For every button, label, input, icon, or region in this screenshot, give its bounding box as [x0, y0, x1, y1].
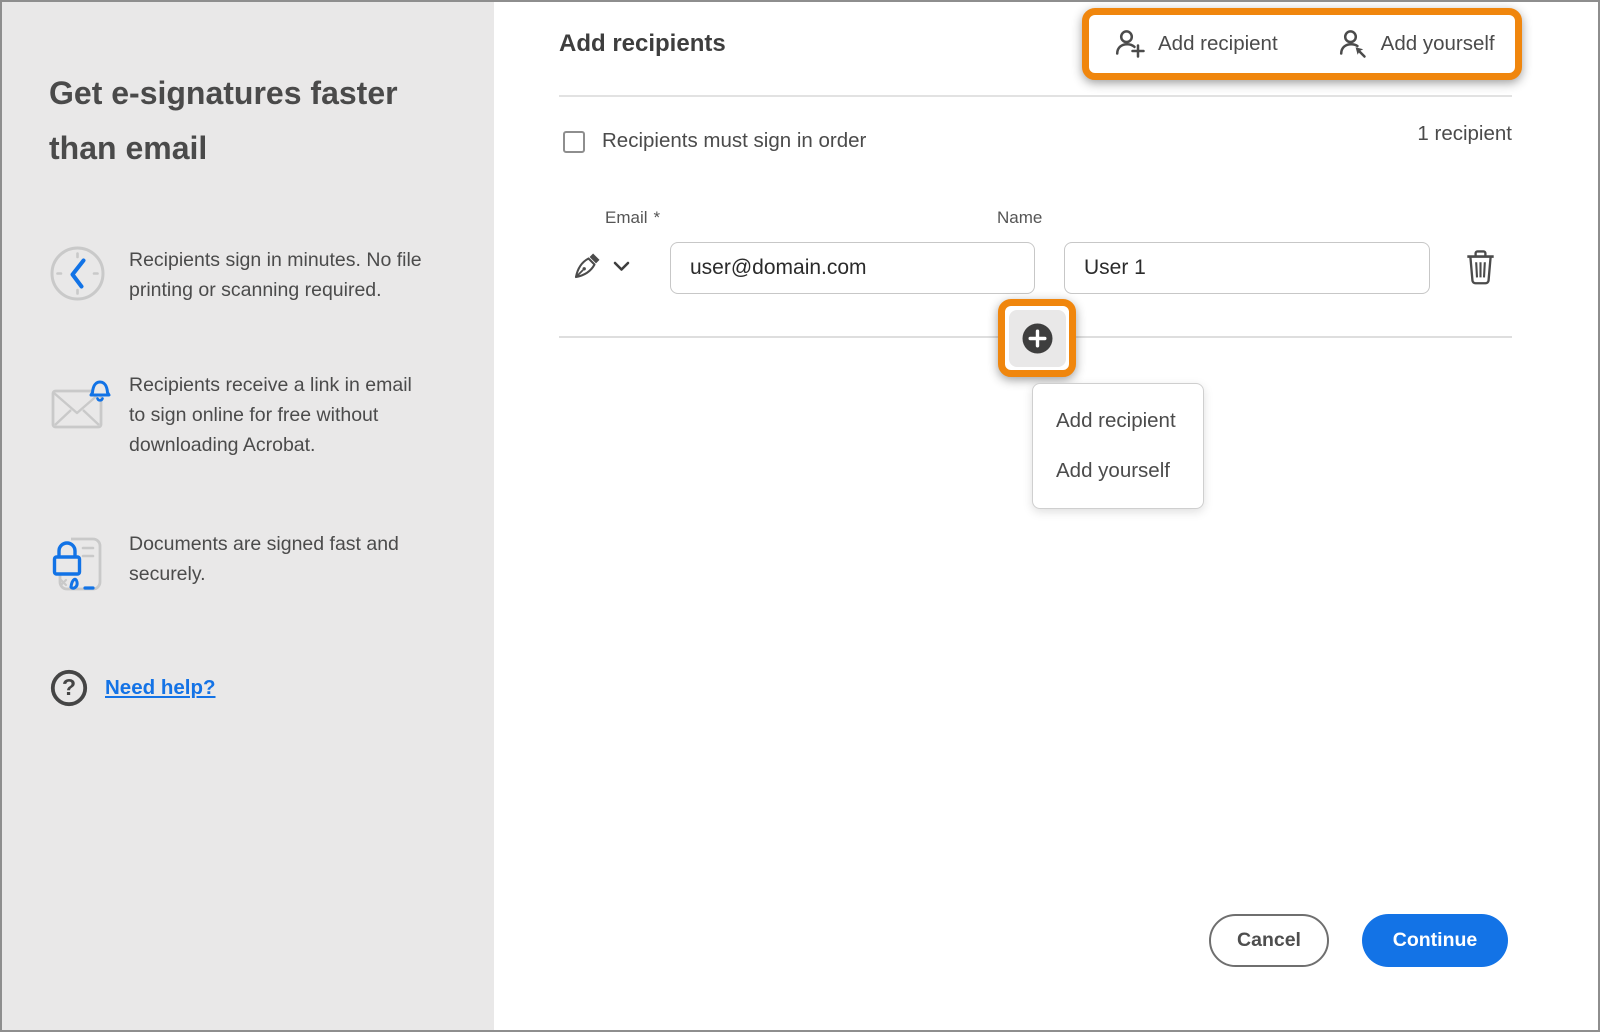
top-actions-annotation: Add recipient Add yourself [1082, 8, 1522, 80]
add-yourself-label: Add yourself [1380, 32, 1495, 55]
recipient-row [559, 242, 1512, 294]
recipient-role-dropdown[interactable] [571, 251, 630, 282]
continue-button[interactable]: Continue [1362, 914, 1508, 967]
esign-dialog: Get e-signatures faster than email Recip… [0, 0, 1600, 1032]
question-circle-icon: ? [49, 668, 89, 708]
plus-icon [1021, 322, 1054, 355]
add-menu: Add recipient Add yourself [1032, 383, 1204, 509]
help-row: ? Need help? [49, 668, 216, 708]
required-asterisk: * [653, 208, 661, 227]
chevron-down-icon [613, 261, 630, 272]
add-recipient-button[interactable]: Add recipient [1113, 28, 1278, 60]
menu-item-add-yourself[interactable]: Add yourself [1033, 446, 1203, 496]
add-button-annotation [998, 299, 1076, 377]
menu-item-add-recipient[interactable]: Add recipient [1033, 396, 1203, 446]
person-plus-icon [1113, 28, 1145, 60]
name-input[interactable] [1064, 242, 1430, 294]
sign-order-row: Recipients must sign in order 1 recipien… [559, 122, 1512, 158]
feature-text: Documents are signed fast and securely. [129, 533, 399, 585]
sign-in-order-checkbox[interactable] [563, 131, 585, 153]
add-recipients-panel: Add recipients Add recipient Add yoursel… [494, 2, 1598, 1030]
recipient-count: 1 recipient [1417, 122, 1512, 145]
email-field-label: Email * [605, 208, 661, 227]
feature-text: Recipients sign in minutes. No file prin… [129, 249, 422, 301]
clock-icon [49, 245, 106, 302]
need-help-link[interactable]: Need help? [105, 676, 216, 700]
cancel-button[interactable]: Cancel [1209, 914, 1329, 967]
sidebar-heading: Get e-signatures faster than email [49, 75, 398, 166]
delete-recipient-button[interactable] [1464, 250, 1497, 285]
email-notification-icon [49, 377, 113, 435]
svg-text:?: ? [62, 674, 76, 700]
feature-text: Recipients receive a link in email to si… [129, 374, 412, 456]
secure-document-icon [49, 533, 109, 595]
trash-icon [1464, 250, 1497, 285]
header-divider [559, 95, 1512, 97]
pen-nib-icon [571, 251, 602, 282]
add-recipient-label: Add recipient [1158, 32, 1278, 55]
name-field-label: Name [997, 208, 1043, 227]
footer-actions: Cancel Continue [1209, 914, 1508, 967]
info-sidebar: Get e-signatures faster than email Recip… [2, 2, 494, 1030]
add-yourself-button[interactable]: Add yourself [1336, 28, 1495, 60]
person-arrow-icon [1336, 28, 1368, 60]
page-title: Add recipients [559, 30, 726, 57]
sign-in-order-label: Recipients must sign in order [602, 129, 867, 152]
email-input[interactable] [670, 242, 1035, 294]
add-recipient-plus-button[interactable] [1008, 309, 1066, 367]
